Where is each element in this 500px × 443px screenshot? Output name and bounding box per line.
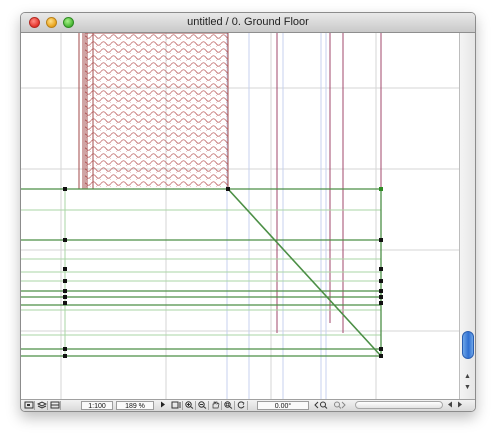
scroll-up-arrow[interactable]: ▲ bbox=[464, 373, 471, 380]
drawing-canvas[interactable] bbox=[21, 33, 459, 399]
scroll-left-icon[interactable] bbox=[445, 401, 454, 410]
zoom-fit-icon[interactable] bbox=[170, 401, 183, 410]
layers-icon[interactable] bbox=[36, 401, 48, 410]
zoom-previous-icon[interactable] bbox=[313, 401, 329, 410]
zoom-field[interactable]: 189 % bbox=[116, 401, 154, 410]
window-title: untitled / 0. Ground Floor bbox=[187, 16, 309, 28]
hatched-wall bbox=[84, 33, 229, 190]
play-icon[interactable] bbox=[158, 401, 168, 410]
rotate-icon[interactable] bbox=[236, 401, 248, 410]
scroll-right-icon[interactable] bbox=[455, 401, 464, 410]
floor-plan-drawing[interactable] bbox=[21, 33, 459, 399]
fit-in-window-icon[interactable] bbox=[223, 401, 235, 410]
zoom-next-icon[interactable] bbox=[331, 401, 347, 410]
views-icon[interactable] bbox=[49, 401, 61, 410]
angle-field[interactable]: 0.00° bbox=[257, 401, 309, 410]
zoom-in-icon[interactable] bbox=[184, 401, 196, 410]
horizontal-scrollbar[interactable] bbox=[355, 401, 443, 409]
title-bar[interactable]: untitled / 0. Ground Floor bbox=[21, 13, 475, 33]
navigator-icon[interactable] bbox=[23, 401, 35, 410]
selected-node[interactable] bbox=[379, 187, 383, 191]
status-bar: 1:100 189 % 0.00° bbox=[21, 399, 475, 411]
scale-field[interactable]: 1:100 bbox=[81, 401, 113, 410]
vertical-scroll-thumb[interactable] bbox=[462, 331, 474, 359]
pan-icon[interactable] bbox=[210, 401, 222, 410]
zoom-out-icon[interactable] bbox=[197, 401, 209, 410]
scroll-down-arrow[interactable]: ▼ bbox=[464, 384, 471, 391]
vertical-scrollbar[interactable]: ▲ ▼ bbox=[459, 33, 475, 399]
drawing-window: untitled / 0. Ground Floor ▲ ▼ 1:100 189… bbox=[20, 12, 476, 412]
